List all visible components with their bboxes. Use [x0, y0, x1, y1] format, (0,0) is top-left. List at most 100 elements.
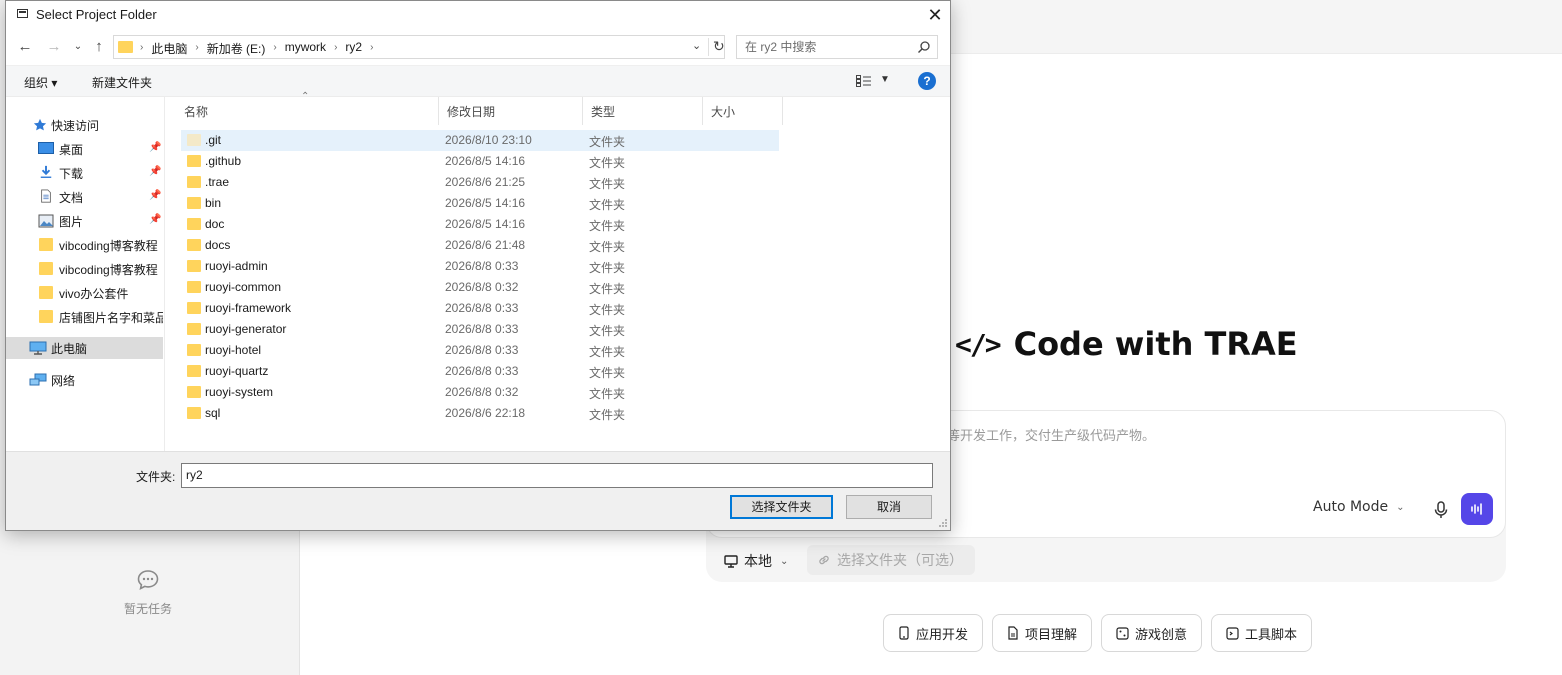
- search-input[interactable]: [737, 36, 913, 58]
- nav-item-recent-folder[interactable]: vivo办公套件: [6, 282, 163, 304]
- chip-tool-script[interactable]: 工具脚本: [1211, 614, 1313, 652]
- file-row[interactable]: docs 2026/8/6 21:48 文件夹: [181, 235, 779, 256]
- folder-icon: [187, 323, 201, 335]
- nav-item-recent-folder[interactable]: 店铺图片名字和菜品: [6, 306, 163, 328]
- back-arrow-icon[interactable]: ←: [15, 37, 35, 57]
- empty-tasks: 暂无任务: [98, 568, 198, 617]
- nav-item-recent-folder[interactable]: vibcoding博客教程: [6, 234, 163, 256]
- breadcrumb-separator[interactable]: ›: [195, 40, 198, 57]
- nav-label: vibcoding博客教程: [59, 239, 158, 253]
- chip-project-understanding[interactable]: 项目理解: [992, 614, 1093, 652]
- chip-label: 游戏创意: [1135, 627, 1188, 643]
- file-modified: 2026/8/8 0:33: [445, 322, 519, 336]
- chip-game-idea[interactable]: 游戏创意: [1101, 614, 1203, 652]
- pin-icon[interactable]: 📌: [149, 166, 161, 177]
- pin-icon[interactable]: 📌: [149, 142, 161, 153]
- view-dropdown-icon[interactable]: ▼: [880, 74, 890, 85]
- file-row[interactable]: sql 2026/8/6 22:18 文件夹: [181, 403, 779, 424]
- up-arrow-icon[interactable]: ↑: [89, 37, 109, 57]
- breadcrumb-drive[interactable]: 新加卷 (E:): [207, 40, 266, 57]
- file-row[interactable]: doc 2026/8/5 14:16 文件夹: [181, 214, 779, 235]
- nav-item-documents[interactable]: 文档 📌: [6, 186, 163, 208]
- dice-icon: [1116, 626, 1129, 640]
- microphone-icon[interactable]: [1433, 501, 1449, 519]
- folder-field-label: 文件夹:: [136, 470, 176, 484]
- file-row[interactable]: ruoyi-generator 2026/8/8 0:33 文件夹: [181, 319, 779, 340]
- organize-menu[interactable]: 组织 ▾: [24, 74, 57, 91]
- file-row[interactable]: ruoyi-framework 2026/8/8 0:33 文件夹: [181, 298, 779, 319]
- documents-icon: [41, 189, 51, 203]
- file-modified: 2026/8/6 21:25: [445, 175, 526, 189]
- pin-icon[interactable]: 📌: [149, 190, 161, 201]
- breadcrumb-ry2[interactable]: ry2: [345, 40, 362, 57]
- file-row[interactable]: ruoyi-hotel 2026/8/8 0:33 文件夹: [181, 340, 779, 361]
- breadcrumb-mywork[interactable]: mywork: [285, 40, 326, 57]
- cancel-button[interactable]: 取消: [846, 495, 932, 519]
- nav-item-downloads[interactable]: 下载 📌: [6, 162, 163, 184]
- file-row[interactable]: .trae 2026/8/6 21:25 文件夹: [181, 172, 779, 193]
- nav-item-recent-folder[interactable]: vibcoding博客教程: [6, 258, 163, 280]
- breadcrumb-separator: ›: [140, 42, 144, 53]
- forward-arrow-icon[interactable]: →: [44, 37, 64, 57]
- address-dropdown-icon[interactable]: ⌄: [692, 39, 701, 52]
- hero-title: Code with TRAE: [1013, 325, 1298, 363]
- folder-icon: [187, 365, 201, 377]
- nav-item-pictures[interactable]: 图片 📌: [6, 210, 163, 232]
- file-row[interactable]: ruoyi-admin 2026/8/8 0:33 文件夹: [181, 256, 779, 277]
- column-header-modified[interactable]: 修改日期: [439, 97, 583, 125]
- file-row[interactable]: bin 2026/8/5 14:16 文件夹: [181, 193, 779, 214]
- chip-app-dev[interactable]: 应用开发: [883, 614, 984, 652]
- column-header-type[interactable]: 类型: [583, 97, 703, 125]
- recent-locations-chevron-icon[interactable]: ⌄: [68, 37, 88, 57]
- file-row[interactable]: .github 2026/8/5 14:16 文件夹: [181, 151, 779, 172]
- navigation-pane: 快速访问 桌面 📌 下载 📌 文档 📌 图片 📌 vibcoding博客教程 v…: [6, 97, 165, 451]
- folder-name-input[interactable]: ry2: [181, 463, 933, 488]
- nav-label: 快速访问: [51, 119, 100, 133]
- file-type: 文件夹: [589, 261, 626, 275]
- column-header-name[interactable]: 名称: [176, 97, 439, 125]
- search-icon[interactable]: [917, 40, 931, 54]
- nav-item-this-pc[interactable]: 此电脑: [6, 337, 163, 359]
- file-type: 文件夹: [589, 198, 626, 212]
- voice-input-button[interactable]: [1461, 493, 1493, 525]
- star-icon: [33, 118, 47, 131]
- dialog-titlebar[interactable]: Select Project Folder ✕: [6, 1, 950, 29]
- file-type: 文件夹: [589, 177, 626, 191]
- breadcrumb-separator[interactable]: ›: [334, 40, 337, 57]
- breadcrumb-separator[interactable]: ›: [370, 40, 373, 57]
- new-folder-button[interactable]: 新建文件夹: [92, 74, 152, 91]
- file-type: 文件夹: [589, 366, 626, 380]
- mode-selector[interactable]: Auto Mode ⌄: [1313, 499, 1405, 515]
- nav-quick-access[interactable]: 快速访问: [6, 114, 163, 136]
- folder-icon: [39, 238, 53, 251]
- help-icon[interactable]: ?: [918, 72, 936, 90]
- view-options-icon[interactable]: [856, 75, 872, 87]
- close-icon[interactable]: ✕: [922, 3, 948, 27]
- file-row[interactable]: ruoyi-quartz 2026/8/8 0:33 文件夹: [181, 361, 779, 382]
- column-header-size[interactable]: 大小: [703, 97, 783, 125]
- file-name: .git: [205, 133, 222, 147]
- resize-grip-icon[interactable]: [938, 518, 948, 528]
- nav-label: vibcoding博客教程: [59, 263, 158, 277]
- file-modified: 2026/8/6 21:48: [445, 238, 526, 252]
- address-bar[interactable]: › 此电脑 › 新加卷 (E:) › mywork › ry2 › ⌄ ↻: [113, 35, 725, 59]
- pin-icon[interactable]: 📌: [149, 214, 161, 225]
- nav-item-desktop[interactable]: 桌面 📌: [6, 138, 163, 160]
- file-row[interactable]: ruoyi-system 2026/8/8 0:32 文件夹: [181, 382, 779, 403]
- select-folder-button[interactable]: 选择文件夹（可选）: [807, 545, 975, 575]
- file-type: 文件夹: [589, 282, 626, 296]
- local-env-selector[interactable]: 本地 ⌄: [724, 548, 788, 574]
- composer-placeholder[interactable]: 等开发工作，交付生产级代码产物。: [947, 425, 1155, 444]
- select-folder-confirm-button[interactable]: 选择文件夹: [730, 495, 833, 519]
- refresh-icon[interactable]: ↻: [708, 38, 725, 56]
- folder-icon: [187, 260, 201, 272]
- breadcrumb-separator[interactable]: ›: [273, 40, 276, 57]
- breadcrumb-this-pc[interactable]: 此电脑: [151, 40, 187, 57]
- nav-item-network[interactable]: 网络: [6, 369, 163, 391]
- file-row[interactable]: ruoyi-common 2026/8/8 0:32 文件夹: [181, 277, 779, 298]
- file-name: ruoyi-system: [205, 385, 274, 399]
- file-row[interactable]: .git 2026/8/10 23:10 文件夹: [181, 130, 779, 151]
- folder-icon: [187, 239, 201, 251]
- chevron-down-icon: ⌄: [1396, 501, 1405, 513]
- folder-icon: [187, 155, 201, 167]
